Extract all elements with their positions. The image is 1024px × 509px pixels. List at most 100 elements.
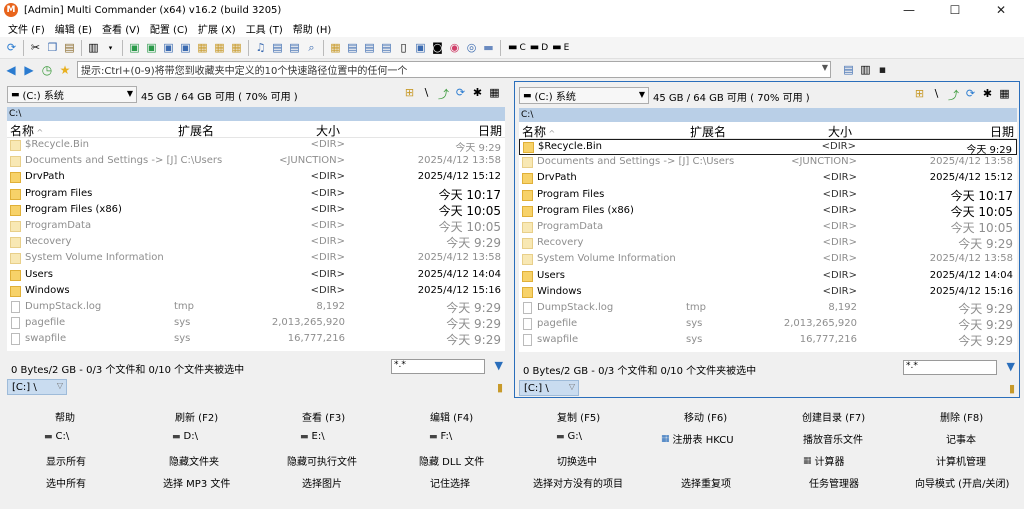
copy-icon[interactable]: ❐	[45, 40, 60, 55]
file-row[interactable]: System Volume Information <DIR> 2025/4/12 …	[519, 252, 1017, 268]
mkdir-f7-button[interactable]: 创建目录 (F7)	[802, 409, 865, 424]
file-row[interactable]: DumpStack.log tmp 8,192 今天 9:29	[519, 301, 1017, 317]
doc-search-icon[interactable]: ▤	[287, 40, 302, 55]
calculator-button[interactable]: ▦ 计算器	[803, 453, 845, 469]
path-bar[interactable]: C:\	[7, 107, 505, 121]
music-icon[interactable]: ♫	[253, 40, 268, 55]
drive-selector[interactable]: ▬ (C:) 系统 ▼	[7, 86, 137, 103]
col-ext-header[interactable]: 扩展名	[178, 122, 214, 139]
file-list[interactable]: $Recycle.Bin <DIR> 今天 9:29 Documents and Se…	[7, 138, 505, 351]
file-row[interactable]: pagefile sys 2,013,265,920 今天 9:29	[519, 317, 1017, 333]
rename-icon[interactable]: ▤	[362, 40, 377, 55]
file-row[interactable]: Recovery <DIR> 今天 9:29	[519, 236, 1017, 252]
remember-selection-button[interactable]: 记住选择	[430, 475, 470, 490]
history-icon[interactable]: ◷	[40, 63, 54, 77]
filter-funnel-icon[interactable]: ▼	[495, 359, 503, 372]
file-props-icon[interactable]: ▣	[161, 40, 176, 55]
task-manager-button[interactable]: 任务管理器	[809, 475, 859, 490]
col-name-header[interactable]: 名称 ^	[522, 123, 555, 140]
folder-tree-icon[interactable]: ⊞	[911, 87, 928, 103]
quick-path-input[interactable]: 提示:Ctrl+(0-9)将带您到收藏夹中定义的10个快速路径位置中的任何一个 …	[77, 61, 831, 78]
hide-exe-button[interactable]: 隐藏可执行文件	[287, 453, 357, 468]
filter-funnel-icon[interactable]: ▼	[1007, 360, 1015, 373]
file-row[interactable]: ProgramData <DIR> 今天 10:05	[519, 220, 1017, 236]
edit-f4-button[interactable]: 编辑 (F4)	[430, 409, 473, 424]
computer-management-button[interactable]: 计算机管理	[936, 453, 986, 468]
view-dropdown-icon[interactable]: ▾	[103, 40, 118, 55]
panel-layout-icon[interactable]: ▦	[486, 86, 503, 102]
menu-config[interactable]: 配置 (C)	[145, 21, 193, 36]
tab-menu-icon[interactable]: ▽	[569, 382, 575, 391]
menu-file[interactable]: 文件 (F)	[3, 21, 50, 36]
file-row[interactable]: Windows <DIR> 2025/4/12 15:16	[7, 284, 505, 300]
terminal-icon[interactable]: ▪	[875, 62, 890, 77]
file-row[interactable]: Users <DIR> 2025/4/12 14:04	[519, 269, 1017, 285]
file-row[interactable]: Documents and Settings -> [J] C:\Users <J…	[7, 154, 505, 170]
panel-layout-icon[interactable]: ▦	[996, 87, 1013, 103]
drive-e-button[interactable]: ▬ E	[552, 42, 569, 53]
refresh-f2-button[interactable]: 刷新 (F2)	[175, 409, 218, 424]
hide-folders-button[interactable]: 隐藏文件夹	[169, 453, 219, 468]
file-row[interactable]: System Volume Information <DIR> 2025/4/12 …	[7, 251, 505, 267]
drive-c-button[interactable]: ▬ C	[508, 42, 526, 53]
back-arrow-icon[interactable]: ◀	[4, 63, 18, 77]
show-all-button[interactable]: 显示所有	[46, 453, 86, 468]
close-button[interactable]: ✕	[978, 0, 1024, 20]
bookmark-icon[interactable]: ▮	[497, 381, 503, 394]
notes-icon[interactable]: ▤	[841, 62, 856, 77]
file-row[interactable]: $Recycle.Bin <DIR> 今天 9:29	[519, 139, 1017, 156]
file-row[interactable]: Recovery <DIR> 今天 9:29	[7, 235, 505, 251]
filter-input[interactable]: *.*	[391, 359, 485, 374]
parent-dir-icon[interactable]: ⤴	[435, 86, 452, 102]
file-row[interactable]: $Recycle.Bin <DIR> 今天 9:29	[7, 138, 505, 154]
goto-e-button[interactable]: ▬ E:\	[300, 431, 325, 442]
file-row[interactable]: Documents and Settings -> [J] C:\Users <J…	[519, 155, 1017, 171]
goto-c-button[interactable]: ▬ C:\	[44, 431, 69, 442]
col-date-header[interactable]: 日期	[990, 123, 1014, 140]
col-date-header[interactable]: 日期	[478, 122, 502, 139]
archive-icon[interactable]: ▦	[195, 40, 210, 55]
file-sync-icon[interactable]: ▣	[178, 40, 193, 55]
refresh-icon[interactable]: ⟳	[4, 40, 19, 55]
batch-icon[interactable]: ▤	[379, 40, 394, 55]
tab-c-root[interactable]: [C:] \ ▽	[519, 380, 579, 396]
col-size-header[interactable]: 大小	[828, 123, 852, 140]
unpack-icon[interactable]: ▦	[229, 40, 244, 55]
play-music-button[interactable]: 播放音乐文件	[803, 431, 863, 446]
file-row[interactable]: DrvPath <DIR> 2025/4/12 15:12	[7, 170, 505, 186]
select-all-button[interactable]: 选中所有	[46, 475, 86, 490]
compare-icon[interactable]: ▤	[345, 40, 360, 55]
new-file-icon[interactable]: ▣	[127, 40, 142, 55]
list-view-icon[interactable]: ▥	[858, 62, 873, 77]
paste-icon[interactable]: ▤	[62, 40, 77, 55]
search-icon[interactable]: ⌕	[304, 40, 319, 55]
select-mp3-button[interactable]: 选择 MP3 文件	[163, 475, 230, 490]
pin-icon[interactable]: ✱	[469, 86, 486, 102]
folder-tree-icon[interactable]: ⊞	[401, 86, 418, 102]
file-list[interactable]: $Recycle.Bin <DIR> 今天 9:29 Documents and Se…	[519, 139, 1017, 352]
image-icon[interactable]: ▣	[413, 40, 428, 55]
forward-arrow-icon[interactable]: ▶	[22, 63, 36, 77]
file-row[interactable]: ProgramData <DIR> 今天 10:05	[7, 219, 505, 235]
root-icon[interactable]: \	[928, 87, 945, 103]
drive-selector[interactable]: ▬ (C:) 系统 ▼	[519, 87, 649, 104]
menu-extensions[interactable]: 扩展 (X)	[193, 21, 241, 36]
clipboard-icon[interactable]: ▯	[396, 40, 411, 55]
col-ext-header[interactable]: 扩展名	[690, 123, 726, 140]
chevron-down-icon[interactable]: ▼	[822, 63, 828, 72]
drive-d-button[interactable]: ▬ D	[530, 42, 548, 53]
menu-tools[interactable]: 工具 (T)	[241, 21, 288, 36]
file-row[interactable]: Windows <DIR> 2025/4/12 15:16	[519, 285, 1017, 301]
registry-hkcu-button[interactable]: ▦ 注册表 HKCU	[661, 431, 734, 447]
menu-edit[interactable]: 编辑 (E)	[50, 21, 97, 36]
settings-icon[interactable]: ◎	[464, 40, 479, 55]
refresh-icon[interactable]: ⟳	[962, 87, 979, 103]
hide-dll-button[interactable]: 隐藏 DLL 文件	[419, 453, 484, 468]
view-f3-button[interactable]: 查看 (F3)	[302, 409, 345, 424]
menu-view[interactable]: 查看 (V)	[97, 21, 145, 36]
move-f6-button[interactable]: 移动 (F6)	[684, 409, 727, 424]
select-images-button[interactable]: 选择图片	[302, 475, 342, 490]
file-row[interactable]: DrvPath <DIR> 2025/4/12 15:12	[519, 171, 1017, 187]
notepad-button[interactable]: 记事本	[946, 431, 976, 446]
folder-tool-icon[interactable]: ▦	[328, 40, 343, 55]
